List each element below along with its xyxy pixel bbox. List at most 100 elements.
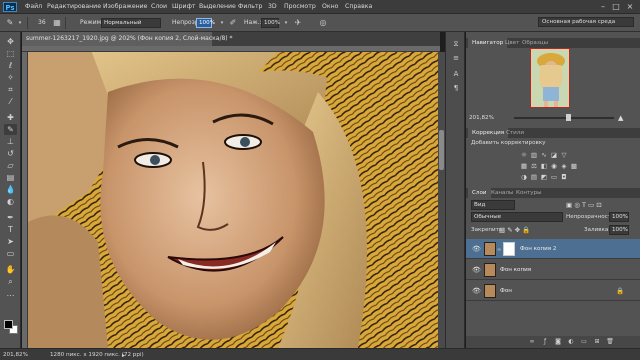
layer-filter-select[interactable]: Вид — [471, 200, 515, 210]
character-icon[interactable]: A — [451, 70, 461, 79]
brightness-icon[interactable]: ☼ — [520, 152, 528, 159]
menu-type[interactable]: Шрифт — [172, 3, 195, 10]
eye-icon[interactable]: 👁 — [472, 287, 481, 295]
menu-layers[interactable]: Слои — [151, 3, 167, 10]
color-lookup-icon[interactable]: ▩ — [570, 163, 578, 170]
navigator-thumbnail[interactable] — [530, 48, 570, 108]
layer-row-fon-kopiya-2[interactable]: 👁 ∞ Фон копия 2 — [466, 239, 640, 259]
fx-icon[interactable]: ƒ — [541, 338, 549, 346]
trash-icon[interactable]: 🗑 — [606, 338, 614, 346]
path-select-icon[interactable]: ➤ — [4, 236, 17, 247]
layer-name[interactable]: Фон — [500, 288, 512, 294]
paragraph-icon[interactable]: ¶ — [451, 84, 461, 93]
new-layer-icon[interactable]: ⊞ — [593, 338, 601, 346]
menu-image[interactable]: Изображение — [103, 3, 148, 10]
invert-icon[interactable]: ◑ — [520, 174, 528, 181]
menu-3d[interactable]: 3D — [268, 3, 277, 10]
layer-row-fon[interactable]: 👁 Фон 🔒 — [466, 281, 640, 301]
hue-saturation-icon[interactable]: ▦ — [520, 163, 528, 170]
curves-icon[interactable]: ∿ — [540, 152, 548, 159]
document-tab[interactable]: summer-1263217_1920.jpg @ 202% (Фон копи… — [22, 32, 233, 46]
foreground-color-swatch[interactable] — [4, 320, 13, 329]
layer-name[interactable]: Фон копия 2 — [520, 246, 556, 252]
flow-input[interactable]: 100% — [261, 18, 280, 28]
chevron-down-icon[interactable]: ▾ — [15, 18, 25, 28]
zoom-icon[interactable]: ⌕ — [4, 276, 17, 287]
levels-icon[interactable]: ▥ — [530, 152, 538, 159]
history-icon[interactable]: ⧖ — [451, 40, 461, 49]
eye-icon[interactable]: 👁 — [472, 245, 481, 253]
mode-select[interactable]: Нормальный — [101, 18, 161, 28]
link-layers-icon[interactable]: ∞ — [528, 338, 536, 346]
menu-help[interactable]: Справка — [345, 3, 372, 10]
brush-tool-icon[interactable]: ✎ — [5, 18, 15, 28]
quick-select-icon[interactable]: ✧ — [4, 72, 17, 83]
workspace-select[interactable]: Основная рабочая среда — [538, 17, 634, 27]
eraser-icon[interactable]: ▱ — [4, 160, 17, 171]
status-zoom[interactable]: 201,82% — [3, 352, 28, 358]
blend-mode-select[interactable]: Обычные — [471, 212, 563, 222]
minimize-icon[interactable]: – — [598, 2, 608, 11]
tab-swatches[interactable]: Образцы — [518, 38, 552, 48]
brush-size[interactable]: 36 — [38, 19, 46, 26]
gradient-map-icon[interactable]: ▭ — [550, 174, 558, 181]
layer-name[interactable]: Фон копия — [500, 267, 531, 273]
add-mask-icon[interactable]: ◙ — [554, 338, 562, 346]
fill-input[interactable]: 100% — [609, 225, 629, 235]
blur-icon[interactable]: 💧 — [4, 184, 17, 195]
document-canvas[interactable] — [28, 52, 438, 348]
chevron-down-icon[interactable]: ▾ — [217, 18, 227, 28]
menu-file[interactable]: Файл — [25, 3, 42, 10]
move-icon[interactable]: ✥ — [4, 36, 17, 47]
tab-styles[interactable]: Стили — [502, 128, 528, 138]
chain-link-icon[interactable]: ∞ — [497, 247, 501, 253]
adjustment-layer-icon[interactable]: ◐ — [567, 338, 575, 346]
lasso-icon[interactable]: ℓ — [4, 60, 17, 71]
properties-icon[interactable]: ≡ — [451, 54, 461, 63]
layer-opacity-input[interactable]: 100% — [609, 212, 629, 222]
pressure-size-icon[interactable]: ◎ — [318, 18, 328, 28]
brush-panel-icon[interactable]: ▦ — [52, 18, 62, 28]
color-balance-icon[interactable]: ⚖ — [530, 163, 538, 170]
menu-select[interactable]: Выделение — [199, 3, 236, 10]
pen-icon[interactable]: ✒ — [4, 212, 17, 223]
vibrance-icon[interactable]: ▽ — [560, 152, 568, 159]
pressure-opacity-icon[interactable]: ✐ — [228, 18, 238, 28]
more-tools-icon[interactable]: ⋯ — [4, 290, 17, 301]
maximize-icon[interactable]: □ — [611, 2, 621, 11]
chevron-down-icon[interactable]: ▾ — [281, 18, 291, 28]
type-icon[interactable]: T — [4, 224, 17, 235]
stamp-icon[interactable]: ⊥ — [4, 136, 17, 147]
menu-view[interactable]: Просмотр — [284, 3, 316, 10]
selective-color-icon[interactable]: ◘ — [560, 174, 568, 181]
eyedropper-icon[interactable]: ⁄ — [4, 96, 17, 107]
group-folder-icon[interactable]: ▭ — [580, 338, 588, 346]
layer-row-fon-kopiya[interactable]: 👁 Фон копия — [466, 260, 640, 280]
brush-icon[interactable]: ✎ — [4, 124, 17, 135]
menu-edit[interactable]: Редактирование — [47, 3, 101, 10]
hand-icon[interactable]: ✋ — [4, 264, 17, 275]
layer-mask-thumbnail[interactable] — [503, 242, 515, 256]
opacity-input[interactable]: 100% — [196, 18, 215, 28]
gradient-icon[interactable]: ▤ — [4, 172, 17, 183]
navigator-zoom-slider[interactable] — [514, 117, 614, 119]
navigator-zoom[interactable]: 201,82% — [469, 115, 494, 121]
black-white-icon[interactable]: ◧ — [540, 163, 548, 170]
dodge-icon[interactable]: ◐ — [4, 196, 17, 207]
exposure-icon[interactable]: ◪ — [550, 152, 558, 159]
marquee-icon[interactable]: ⬚ — [4, 48, 17, 59]
vertical-scrollbar[interactable] — [438, 52, 445, 348]
healing-icon[interactable]: ✚ — [4, 112, 17, 123]
lock-icons[interactable]: ▨ ✎ ✥ 🔒 — [499, 226, 530, 234]
channel-mixer-icon[interactable]: ◈ — [560, 163, 568, 170]
close-icon[interactable]: × — [625, 2, 635, 11]
status-arrow-icon[interactable]: ▸ — [122, 352, 125, 359]
filter-icons[interactable]: ▣ ◎ T ▭ ⊡ — [566, 201, 602, 209]
tab-paths[interactable]: Контуры — [512, 188, 546, 198]
photo-filter-icon[interactable]: ◉ — [550, 163, 558, 170]
zoom-slider-handle[interactable] — [566, 114, 571, 121]
menu-window[interactable]: Окно — [322, 3, 338, 10]
posterize-icon[interactable]: ▤ — [530, 174, 538, 181]
shape-icon[interactable]: ▭ — [4, 248, 17, 259]
scrollbar-thumb[interactable] — [439, 130, 444, 170]
